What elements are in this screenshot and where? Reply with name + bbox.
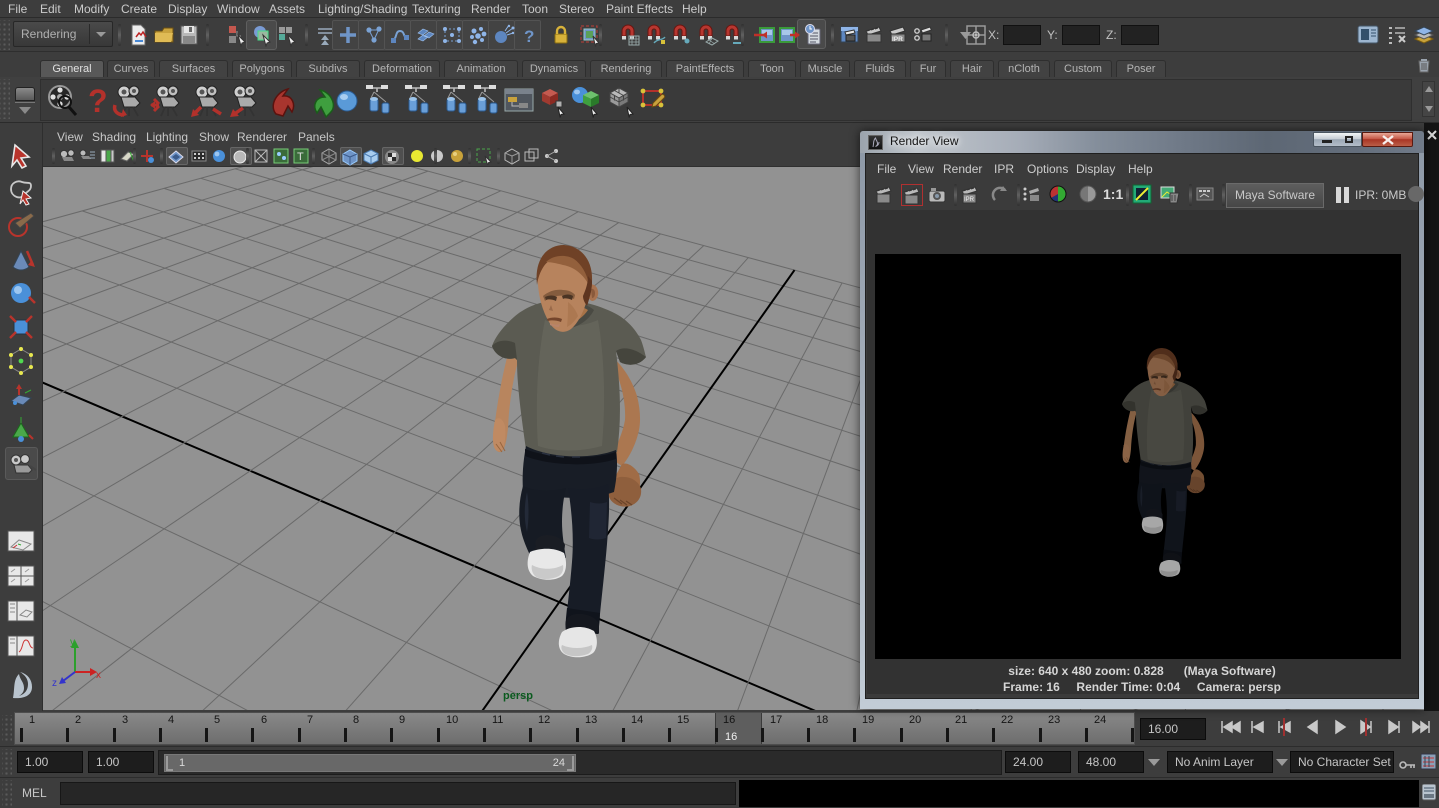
svg-text:z: z — [52, 678, 57, 689]
svg-text:?: ? — [88, 83, 108, 119]
svg-text:y: y — [70, 637, 75, 648]
svg-text:IPR: IPR — [892, 36, 903, 43]
svg-text:T: T — [297, 151, 304, 163]
svg-text:IPR: IPR — [964, 197, 975, 203]
svg-text:x: x — [96, 670, 101, 681]
svg-text:1:1: 1:1 — [1103, 186, 1123, 202]
svg-text:?: ? — [524, 27, 534, 46]
svg-text:persp: persp — [503, 690, 533, 702]
